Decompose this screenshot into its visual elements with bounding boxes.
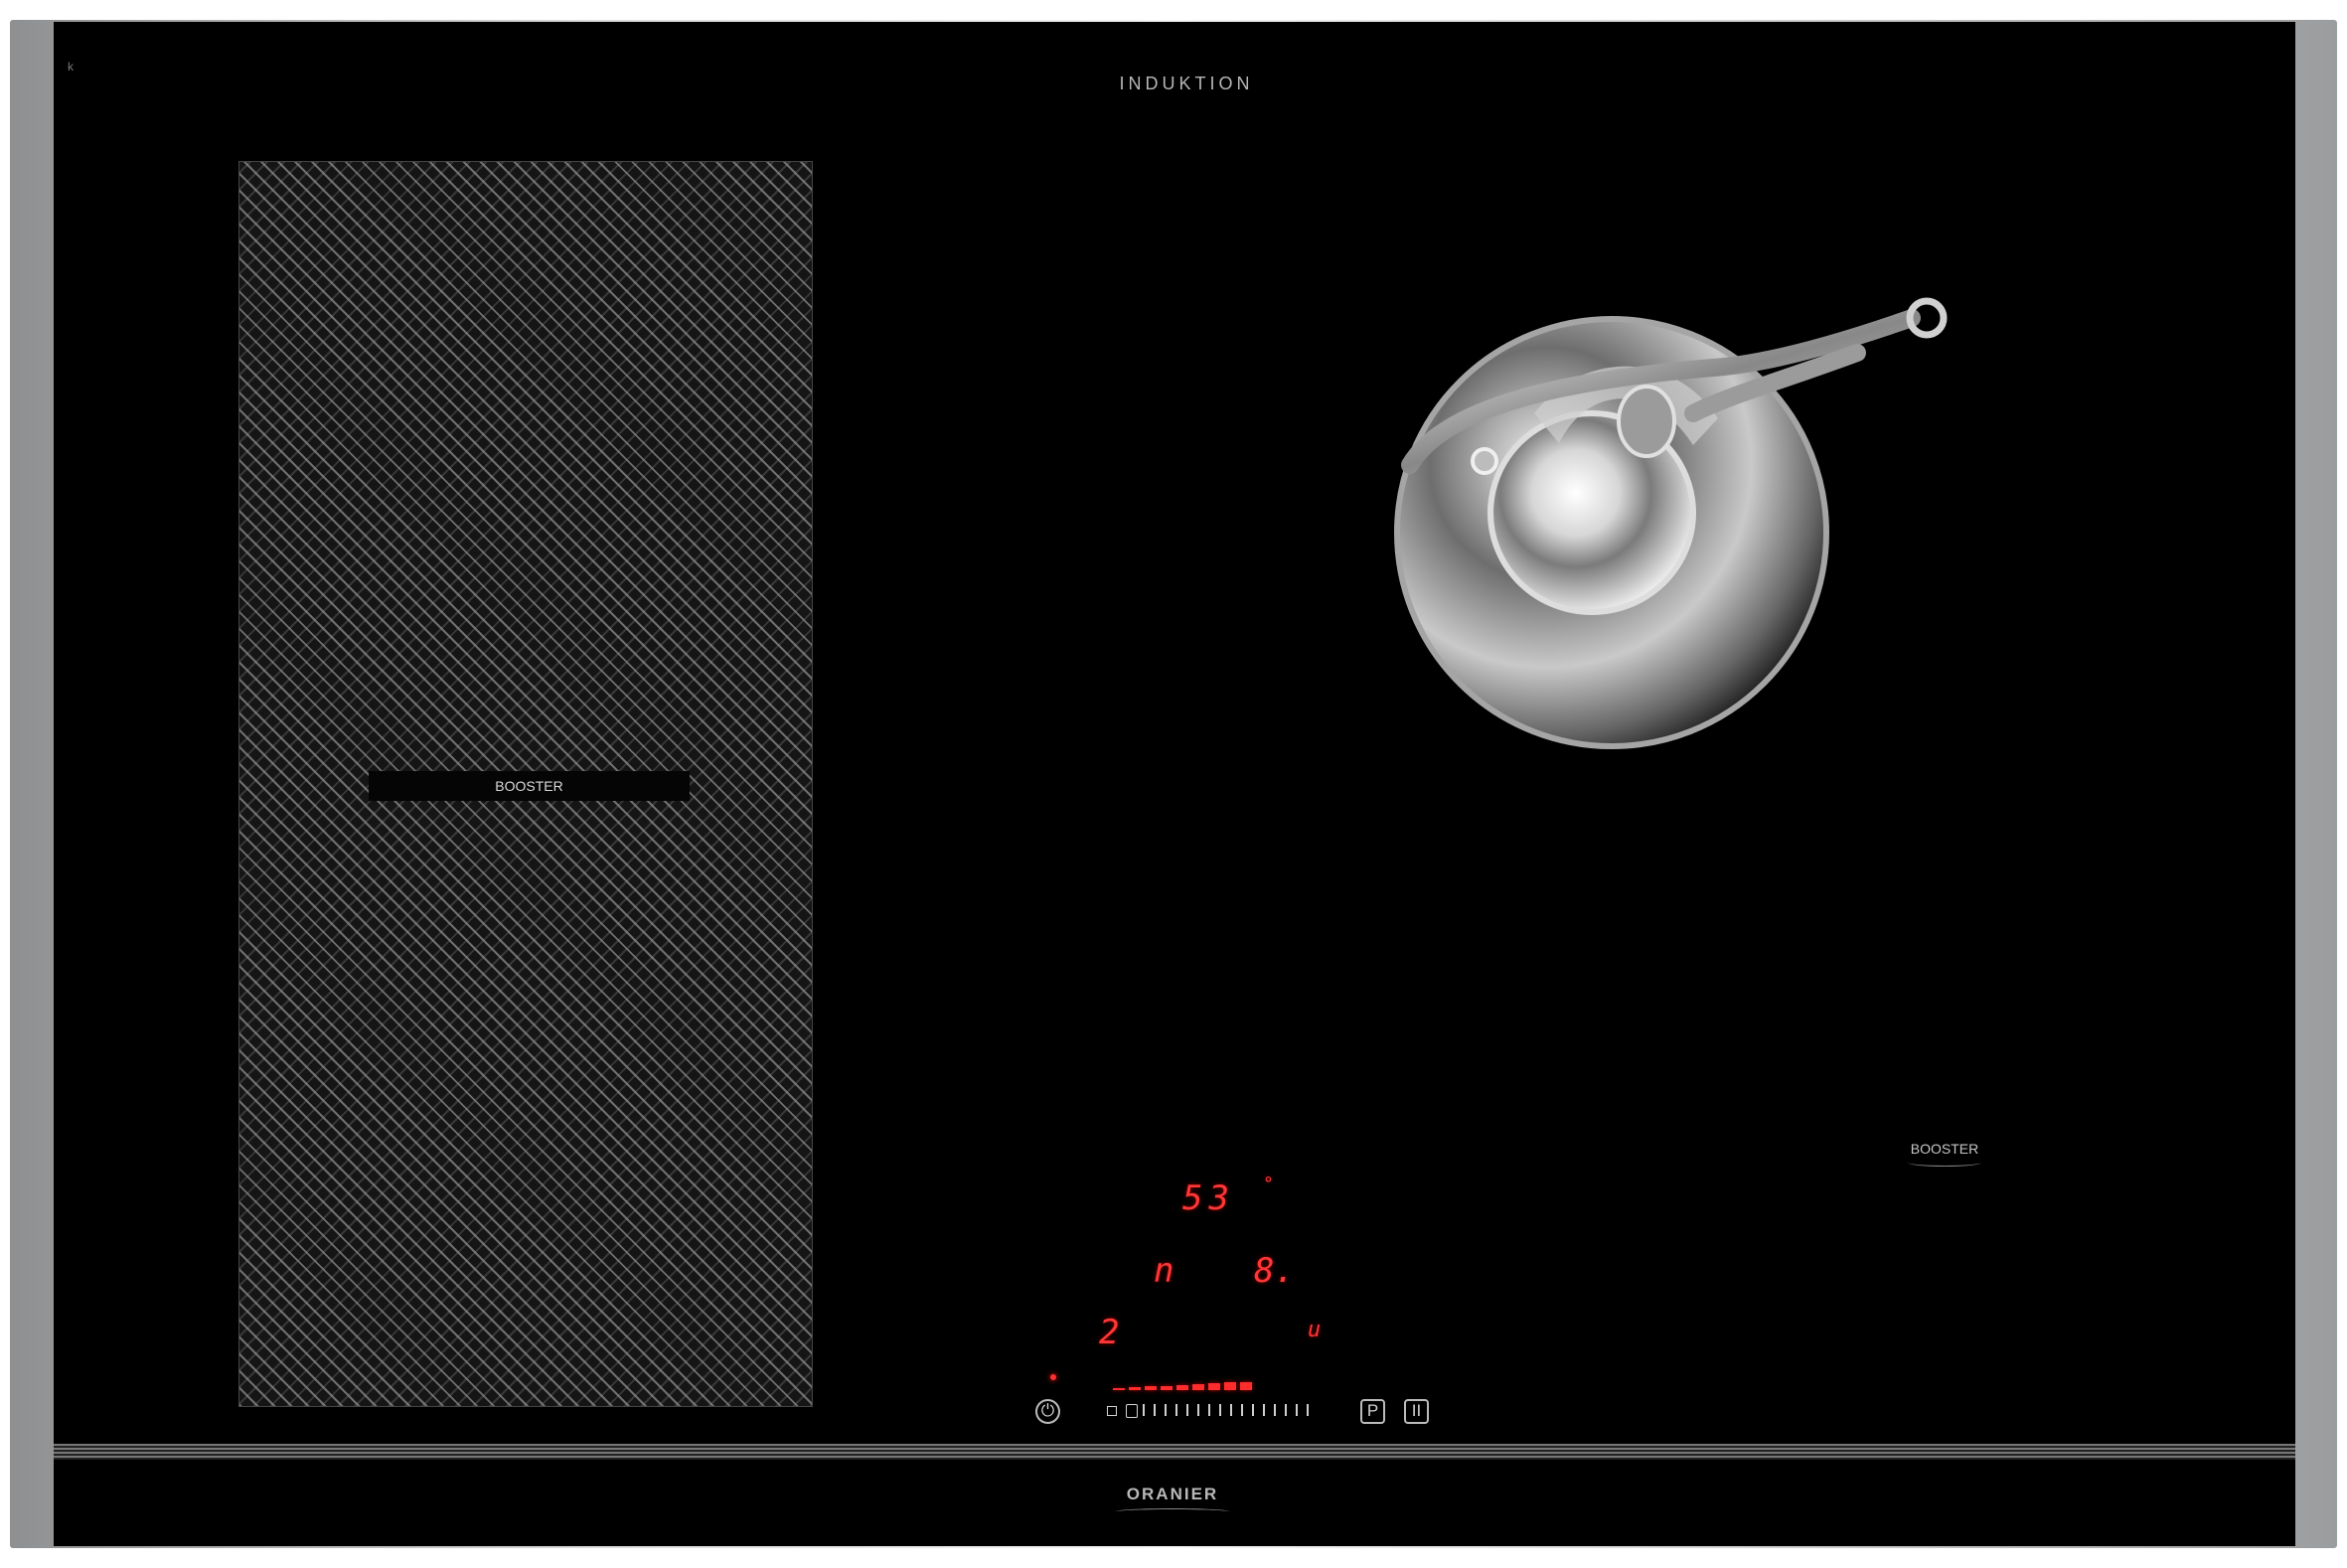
pause-button[interactable]: II	[1404, 1399, 1429, 1424]
slider-tick	[1274, 1404, 1276, 1416]
slider-tick	[1307, 1404, 1309, 1416]
brand-logo: ORANIER	[1126, 1485, 1219, 1503]
power-level-segment	[1224, 1382, 1236, 1390]
mode-display: n	[1154, 1251, 1174, 1291]
slider-tick	[1154, 1404, 1156, 1416]
power-level-segment	[1145, 1386, 1157, 1390]
slider-tick	[1230, 1404, 1232, 1416]
slider-tick	[1197, 1404, 1199, 1416]
power-level-segment	[1192, 1384, 1204, 1390]
status-indicator-icon	[1050, 1374, 1056, 1380]
temperature-marker: °	[1263, 1174, 1274, 1194]
program-button[interactable]: P	[1360, 1399, 1385, 1424]
power-display: 8.	[1254, 1251, 1295, 1291]
power-slider[interactable]	[1107, 1402, 1322, 1420]
slider-tick	[1186, 1404, 1188, 1416]
slider-minimum-icon	[1107, 1406, 1117, 1416]
slider-tick	[1263, 1404, 1265, 1416]
slider-tick	[1143, 1404, 1145, 1416]
power-level-segment	[1161, 1385, 1173, 1390]
timer-marker: u	[1308, 1318, 1322, 1342]
temperature-display: 53	[1182, 1178, 1235, 1218]
power-level-segment	[1129, 1387, 1141, 1390]
power-button[interactable]: ⏻	[1035, 1399, 1060, 1424]
slider-tick	[1219, 1404, 1221, 1416]
control-panel-stripe	[54, 1444, 2295, 1460]
power-level-segment	[1208, 1383, 1220, 1390]
power-level-segment	[1113, 1388, 1125, 1390]
left-booster-label[interactable]: BOOSTER	[369, 771, 690, 801]
lock-icon	[1126, 1404, 1138, 1418]
power-level-segment	[1240, 1381, 1252, 1390]
slider-tick	[1241, 1404, 1243, 1416]
kettle-on-burner	[1355, 165, 1952, 759]
right-booster-label[interactable]: BOOSTER	[1900, 1141, 1989, 1167]
slider-tick	[1285, 1404, 1287, 1416]
slider-tick	[1165, 1404, 1167, 1416]
brand-swoosh-icon	[1115, 1508, 1230, 1515]
induction-title: INDUKTION	[1119, 74, 1254, 93]
booster-swoosh-icon	[1908, 1159, 1981, 1167]
right-booster-text: BOOSTER	[1910, 1141, 1979, 1157]
slider-tick	[1175, 1404, 1177, 1416]
step-display: 2	[1099, 1313, 1120, 1352]
cooktop-glass: k INDUKTION BOOSTER BOOSTER 53 ° n 8. 2 …	[54, 22, 2295, 1546]
power-level-bar	[1113, 1376, 1310, 1390]
slider-tick	[1252, 1404, 1254, 1416]
power-level-segment	[1176, 1384, 1188, 1390]
corner-mark: k	[68, 60, 74, 74]
slider-tick	[1296, 1404, 1298, 1416]
left-flex-zone[interactable]: BOOSTER	[238, 161, 813, 1407]
slider-tick	[1208, 1404, 1210, 1416]
power-icon: ⏻	[1040, 1401, 1055, 1420]
